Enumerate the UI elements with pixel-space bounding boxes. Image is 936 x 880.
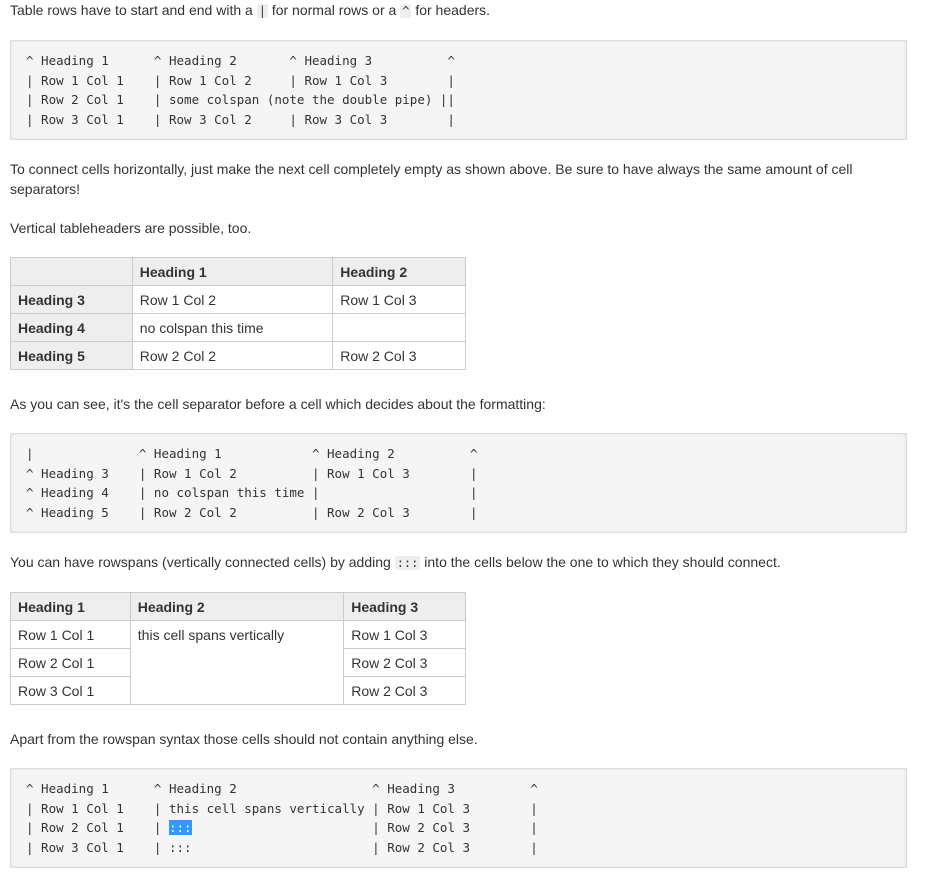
code-line: ^ Heading 4 | no colspan this time | | xyxy=(26,485,478,500)
table-cell: Row 2 Col 3 xyxy=(343,676,466,705)
table-cell xyxy=(332,313,466,342)
wiki-page: Table rows have to start and end with a … xyxy=(0,0,936,880)
header-cell: Heading 3 xyxy=(343,592,466,621)
inline-code-caret: ^ xyxy=(400,4,412,18)
code-line: | Row 1 Col 1 | this cell spans vertical… xyxy=(26,800,538,816)
row-header-cell: Heading 4 xyxy=(10,313,133,342)
text: for headers. xyxy=(411,2,491,18)
header-cell: Heading 2 xyxy=(129,592,345,621)
rowspan-cell: this cell spans vertically xyxy=(129,620,345,705)
text: for normal rows or a xyxy=(267,2,401,18)
inline-code-pipe: | xyxy=(256,4,268,18)
table-cell: Row 2 Col 3 xyxy=(343,648,466,677)
code-line: | Row 3 Col 1 | ::: | Row 2 Col 3 | xyxy=(26,839,538,855)
header-cell: Heading 2 xyxy=(332,257,466,286)
paragraph-cell-separator: As you can see, it's the cell separator … xyxy=(10,396,546,412)
table-cell: Row 1 Col 2 xyxy=(131,285,334,314)
code-block-vertical-headers[interactable]: | ^ Heading 1 ^ Heading 2 ^ ^ Heading 3 |… xyxy=(10,433,907,533)
table-row: Heading 5 Row 2 Col 2 Row 2 Col 3 xyxy=(10,341,466,370)
code-line: | Row 3 Col 1 | Row 3 Col 2 | Row 3 Col … xyxy=(26,111,455,127)
paragraph-connect-cells: To connect cells horizontally, just make… xyxy=(10,161,853,197)
code-text: | Row 2 Col 1 | xyxy=(26,820,169,835)
code-line: ^ Heading 1 ^ Heading 2 ^ Heading 3 ^ xyxy=(26,781,538,796)
code-block-colspan[interactable]: ^ Heading 1 ^ Heading 2 ^ Heading 3 ^ | R… xyxy=(10,40,907,140)
code-line: | Row 2 Col 1 | some colspan (note the d… xyxy=(26,92,455,107)
table-header-row: Heading 1 Heading 2 Heading 3 xyxy=(10,592,466,621)
table-cell: Row 1 Col 3 xyxy=(343,620,466,649)
paragraph-rowspan-note: Apart from the rowspan syntax those cell… xyxy=(10,731,478,747)
code-line: ^ Heading 5 | Row 2 Col 2 | Row 2 Col 3 … xyxy=(26,504,478,520)
selected-text[interactable]: ::: xyxy=(169,820,192,835)
table-cell: Row 2 Col 1 xyxy=(10,648,131,677)
text: Table rows have to start and end with a xyxy=(10,2,257,18)
text: You can have rowspans (vertically connec… xyxy=(10,554,395,570)
inline-code-rowspan: ::: xyxy=(394,556,421,570)
table-vertical-headers: Heading 1 Heading 2 Heading 3 Row 1 Col … xyxy=(10,257,466,370)
table-row: Heading 4 no colspan this time xyxy=(10,313,466,342)
table-row: Heading 3 Row 1 Col 2 Row 1 Col 3 xyxy=(10,285,466,314)
header-cell: Heading 1 xyxy=(10,592,131,621)
header-cell xyxy=(10,257,133,286)
table-cell: Row 1 Col 1 xyxy=(10,620,131,649)
code-line: | Row 1 Col 1 | Row 1 Col 2 | Row 1 Col … xyxy=(26,72,455,88)
code-line: | Row 2 Col 1 | ::: | Row 2 Col 3 | xyxy=(26,818,906,838)
paragraph-vertical-headers: Vertical tableheaders are possible, too. xyxy=(10,220,252,236)
code-block-rowspan[interactable]: ^ Heading 1 ^ Heading 2 ^ Heading 3 ^ | R… xyxy=(10,768,907,868)
table-cell: Row 1 Col 3 xyxy=(332,285,466,314)
code-line: ^ Heading 3 | Row 1 Col 2 | Row 1 Col 3 … xyxy=(26,465,478,481)
header-cell: Heading 1 xyxy=(131,257,334,286)
code-text: | Row 2 Col 3 | xyxy=(191,820,538,835)
row-header-cell: Heading 3 xyxy=(10,285,133,314)
paragraph-table-rows: Table rows have to start and end with a … xyxy=(10,0,890,21)
table-cell: Row 2 Col 3 xyxy=(332,341,466,370)
code-line: | ^ Heading 1 ^ Heading 2 ^ xyxy=(26,446,478,461)
table-header-row: Heading 1 Heading 2 xyxy=(10,257,466,286)
table-cell: no colspan this time xyxy=(131,313,334,342)
text: into the cells below the one to which th… xyxy=(420,554,781,570)
row-header-cell: Heading 5 xyxy=(10,341,133,370)
table-rowspan: Heading 1 Heading 2 Heading 3 Row 1 Col … xyxy=(10,592,466,705)
table-cell: Row 2 Col 2 xyxy=(131,341,334,370)
paragraph-rowspans: You can have rowspans (vertically connec… xyxy=(10,552,890,573)
table-cell: Row 3 Col 1 xyxy=(10,676,131,705)
code-line: ^ Heading 1 ^ Heading 2 ^ Heading 3 ^ xyxy=(26,53,455,68)
table-row: Row 1 Col 1 this cell spans vertically R… xyxy=(10,620,466,705)
